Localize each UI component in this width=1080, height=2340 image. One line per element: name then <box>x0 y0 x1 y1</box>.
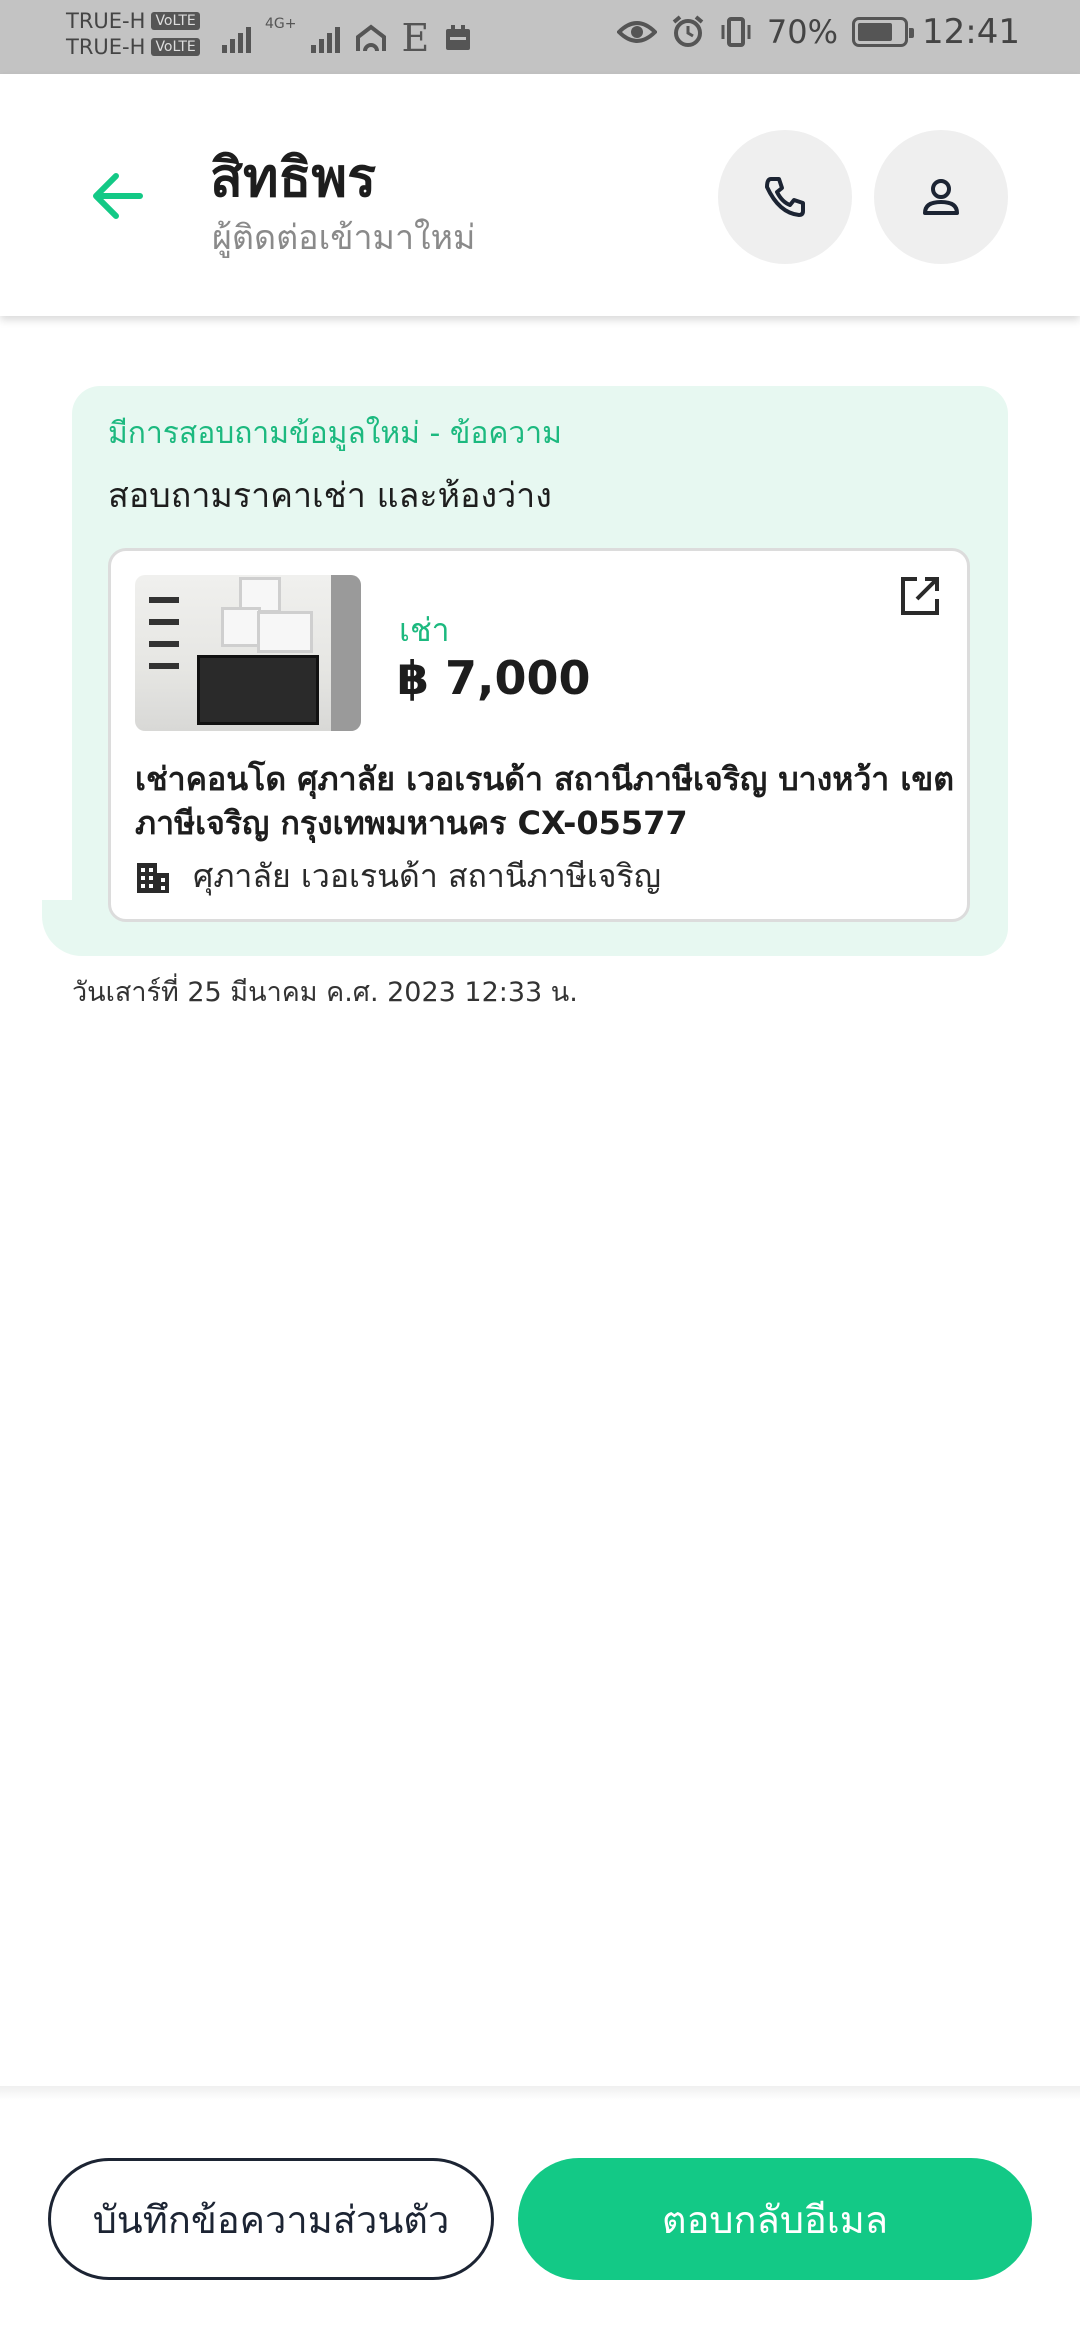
hotspot-icon <box>355 24 386 52</box>
battery-percent: 70% <box>766 13 839 51</box>
signal-icon <box>222 23 251 53</box>
listing-price: ฿ 7,000 <box>397 651 591 705</box>
phone-icon <box>765 177 805 217</box>
carrier-2: TRUE-H <box>66 35 146 59</box>
volte-badge: VoLTE <box>151 38 200 56</box>
carrier-info: TRUE-H VoLTE TRUE-H VoLTE <box>66 8 200 60</box>
carrier-1: TRUE-H <box>66 9 146 33</box>
status-bar: TRUE-H VoLTE TRUE-H VoLTE 4G+ E 70% 12:4… <box>0 0 1080 74</box>
profile-button[interactable] <box>874 130 1008 264</box>
call-button[interactable] <box>718 130 852 264</box>
network-type: 4G+ <box>265 16 297 32</box>
person-icon <box>923 179 959 215</box>
message-text: สอบถามราคาเช่า และห้องว่าง <box>108 476 552 516</box>
message-timestamp: วันเสาร์ที่ 25 มีนาคม ค.ศ. 2023 12:33 น. <box>72 977 578 1008</box>
alarm-icon <box>672 15 704 47</box>
open-external-icon[interactable] <box>895 571 945 621</box>
bottom-divider <box>0 2086 1080 2100</box>
eye-icon <box>616 21 657 43</box>
reply-email-button[interactable]: ตอบกลับอีเมล <box>518 2158 1032 2280</box>
listing-card[interactable]: เช่า ฿ 7,000 เช่าคอนโด ศุภาลัย เวอเรนด้า… <box>108 548 970 922</box>
calendar-icon <box>446 25 471 50</box>
contact-name: สิทธิพร <box>210 146 377 209</box>
back-arrow-icon[interactable] <box>86 164 150 228</box>
message-label: มีการสอบถามข้อมูลใหม่ - ข้อความ <box>108 416 562 451</box>
contact-status: ผู้ติดต่อเข้ามาใหม่ <box>212 218 476 258</box>
e-indicator: E <box>401 16 430 60</box>
message-bubble: มีการสอบถามข้อมูลใหม่ - ข้อความ สอบถามรา… <box>72 386 1008 956</box>
battery-icon <box>852 17 915 47</box>
contact-header: สิทธิพร ผู้ติดต่อเข้ามาใหม่ <box>0 74 1080 316</box>
vibrate-icon <box>721 17 751 47</box>
listing-title: เช่าคอนโด ศุภาลัย เวอเรนด้า สถานีภาษีเจร… <box>135 760 954 842</box>
volte-badge: VoLTE <box>151 12 200 30</box>
private-note-button[interactable]: บันทึกข้อความส่วนตัว <box>48 2158 494 2280</box>
signal-icon <box>310 23 340 53</box>
listing-thumbnail <box>135 575 361 731</box>
building-icon <box>137 862 169 893</box>
clock: 12:41 <box>922 12 1020 52</box>
building-name: ศุภาลัย เวอเรนด้า สถานีภาษีเจริญ <box>193 857 661 895</box>
listing-type: เช่า <box>399 611 450 649</box>
